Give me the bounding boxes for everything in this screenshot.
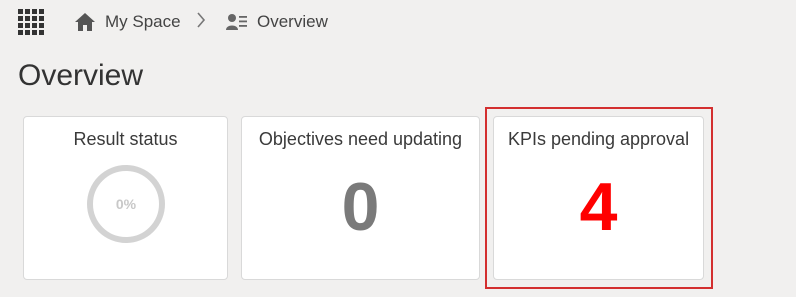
result-status-title: Result status (73, 129, 178, 149)
kpis-card[interactable]: KPIs pending approval 4 (493, 116, 704, 280)
apps-grid-icon[interactable] (18, 9, 46, 37)
home-icon (74, 12, 96, 32)
breadcrumb-current: Overview (226, 8, 328, 36)
objectives-count: 0 (341, 169, 380, 245)
breadcrumb-home-link[interactable]: My Space (74, 8, 181, 36)
kpis-count: 4 (579, 169, 618, 245)
breadcrumb-current-label: Overview (257, 12, 328, 31)
result-status-card[interactable]: Result status 0% (23, 116, 228, 280)
objectives-title: Objectives need updating (258, 129, 463, 149)
top-bar: My Space Overview (0, 0, 796, 44)
result-status-percent: 0% (115, 196, 137, 212)
page-title: Overview (18, 59, 144, 92)
user-list-icon (226, 13, 248, 31)
breadcrumb-separator (196, 8, 206, 36)
objectives-card[interactable]: Objectives need updating 0 (241, 116, 480, 280)
kpis-title: KPIs pending approval (507, 129, 690, 149)
chevron-right-icon (196, 11, 206, 33)
breadcrumb-home-label: My Space (105, 12, 181, 31)
